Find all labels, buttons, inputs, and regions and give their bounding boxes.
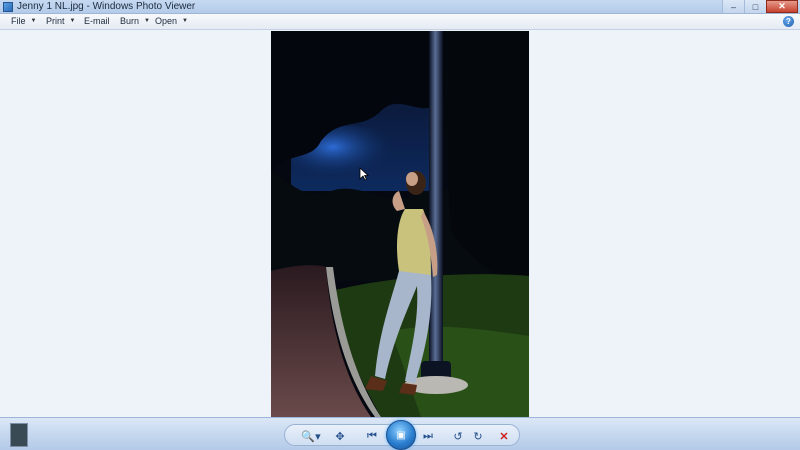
help-icon[interactable]: ? [783,16,794,27]
rotate-clockwise-button[interactable]: ↻ [469,428,487,444]
close-button[interactable]: ✕ [766,0,798,13]
chevron-down-icon: ▼ [182,18,188,24]
menu-file-label: File [11,16,26,26]
menu-email[interactable]: E-mail [84,16,110,26]
menu-bar: File ▼ Print ▼ E-mail Burn ▼ Open ▼ ? [0,14,800,30]
menu-file[interactable]: File ▼ [11,16,36,26]
zoom-button[interactable]: 🔍▾ [297,428,325,444]
chevron-down-icon: ▼ [30,18,37,24]
displayed-photo [271,31,529,417]
menu-open[interactable]: Open ▼ [155,16,188,26]
menu-open-label: Open [155,16,178,26]
playback-controls: 🔍▾ ✥ ⏮ ▣ ⏭ ↺ ↻ ✕ [284,420,520,450]
chevron-down-icon: ▼ [69,18,76,24]
next-button[interactable]: ⏭ [419,428,437,444]
photo-viewer-app-icon [3,2,13,12]
menu-burn[interactable]: Burn ▼ [120,16,150,26]
delete-button[interactable]: ✕ [495,428,513,444]
previous-button[interactable]: ⏮ [363,428,381,444]
menu-print[interactable]: Print ▼ [46,16,75,26]
mouse-cursor-icon [359,167,369,181]
menu-print-label: Print [46,16,65,26]
menu-email-label: E-mail [84,16,110,26]
actual-size-button[interactable]: ✥ [331,428,349,444]
bottom-bar: 🔍▾ ✥ ⏮ ▣ ⏭ ↺ ↻ ✕ [0,417,800,450]
file-thumbnail [10,423,28,447]
slideshow-button[interactable]: ▣ [386,420,416,450]
title-bar: Jenny 1 NL.jpg - Windows Photo Viewer – … [0,0,800,14]
menu-burn-label: Burn [120,16,140,26]
maximize-button[interactable]: □ [744,0,766,13]
chevron-down-icon: ▼ [144,18,150,24]
image-viewing-area [0,31,800,417]
minimize-button[interactable]: – [722,0,744,13]
window-title: Jenny 1 NL.jpg - Windows Photo Viewer [17,1,196,12]
rotate-counterclockwise-button[interactable]: ↺ [449,428,467,444]
window-controls: – □ ✕ [722,0,798,13]
